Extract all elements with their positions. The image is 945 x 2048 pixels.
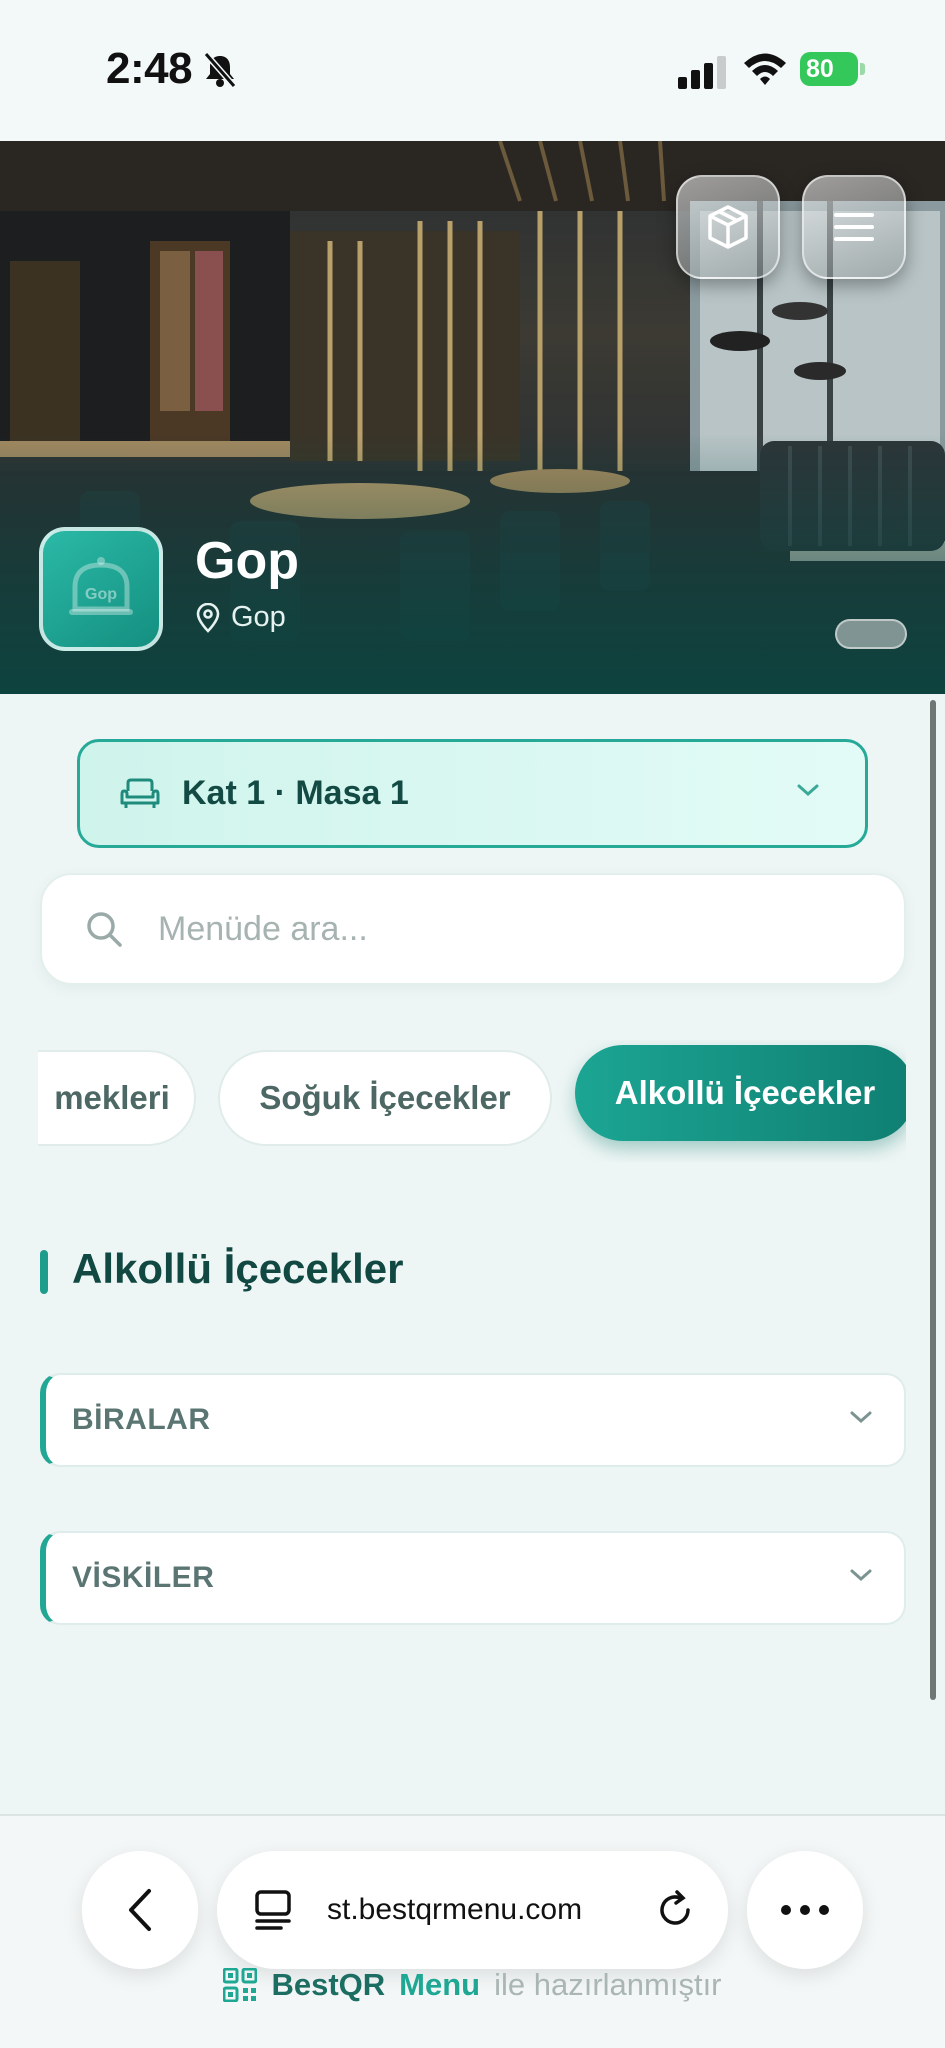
- search-box[interactable]: [40, 873, 906, 985]
- accordion-viskiler[interactable]: VİSKİLER: [40, 1531, 906, 1625]
- chevron-down-icon: [797, 784, 819, 797]
- scrollbar[interactable]: [930, 700, 936, 1700]
- category-tab-label: mekleri: [54, 1079, 170, 1116]
- hamburger-icon: [834, 213, 874, 241]
- battery-indicator: 80: [800, 52, 866, 86]
- section-title: Alkollü İçecekler: [72, 1245, 404, 1292]
- cube-icon: [708, 205, 748, 249]
- hamburger-menu-button[interactable]: [802, 175, 906, 279]
- reload-icon[interactable]: [655, 1890, 695, 1930]
- chevron-down-icon: [850, 1411, 872, 1424]
- browser-more-button[interactable]: [747, 1851, 863, 1969]
- qr-code-icon: [223, 1968, 258, 2002]
- brand-name-bestqr: BestQR: [271, 1967, 386, 2002]
- search-input[interactable]: [158, 909, 858, 949]
- accordion-label: BİRALAR: [72, 1403, 211, 1436]
- restaurant-logo: Gop: [39, 527, 163, 651]
- bell-muted-icon: [203, 52, 237, 88]
- battery-cap: [860, 63, 865, 75]
- table-selector[interactable]: Kat 1 · Masa 1: [77, 739, 868, 848]
- location-text: Gop: [231, 601, 286, 633]
- chevron-down-icon: [850, 1569, 872, 1582]
- table-label: Kat 1 · Masa 1: [182, 774, 409, 812]
- brand-name-menu: Menu: [399, 1967, 481, 2002]
- category-tab-label: Soğuk İçecekler: [259, 1079, 511, 1116]
- more-dots-icon: [781, 1905, 829, 1915]
- armchair-icon: [120, 778, 160, 808]
- hero-pager-indicator: [835, 619, 907, 649]
- signal-icon: [678, 56, 726, 89]
- category-tab-label: Alkollü İçecekler: [614, 1074, 876, 1111]
- logo-emblem-icon: Gop: [69, 557, 133, 615]
- powered-by: BestQR Menu ile hazırlanmıştır: [0, 1962, 945, 2008]
- category-tab-1[interactable]: mekleri: [38, 1050, 196, 1146]
- location-pin-icon: [196, 602, 220, 633]
- category-tabs: mekleri Soğuk İçecekler Alkollü İçecekle…: [38, 1040, 906, 1162]
- browser-address-bar[interactable]: st.bestqrmenu.com: [217, 1851, 728, 1969]
- category-tab-2[interactable]: Soğuk İçecekler: [218, 1050, 552, 1146]
- chevron-left-icon: [129, 1889, 151, 1931]
- category-tab-3-active[interactable]: Alkollü İçecekler: [575, 1045, 906, 1141]
- accordion-label: VİSKİLER: [72, 1561, 215, 1594]
- battery-level: 80: [800, 52, 858, 86]
- restaurant-name: Gop: [195, 532, 299, 590]
- status-bar: 2:48 80: [0, 0, 945, 141]
- ar-view-button[interactable]: [676, 175, 780, 279]
- tabs-icon: [255, 1890, 291, 1930]
- powered-by-text: ile hazırlanmıştır: [494, 1967, 722, 2002]
- url-text: st.bestqrmenu.com: [327, 1893, 583, 1926]
- section-accent-bar: [40, 1250, 48, 1294]
- status-time: 2:48: [106, 44, 193, 93]
- accordion-biralar[interactable]: BİRALAR: [40, 1373, 906, 1467]
- search-icon: [87, 912, 122, 947]
- logo-text: Gop: [85, 586, 117, 603]
- hero-banner: Gop Gop Gop: [0, 141, 945, 694]
- wifi-icon: [744, 53, 786, 85]
- browser-back-button[interactable]: [82, 1851, 198, 1969]
- restaurant-location: Gop: [195, 601, 286, 634]
